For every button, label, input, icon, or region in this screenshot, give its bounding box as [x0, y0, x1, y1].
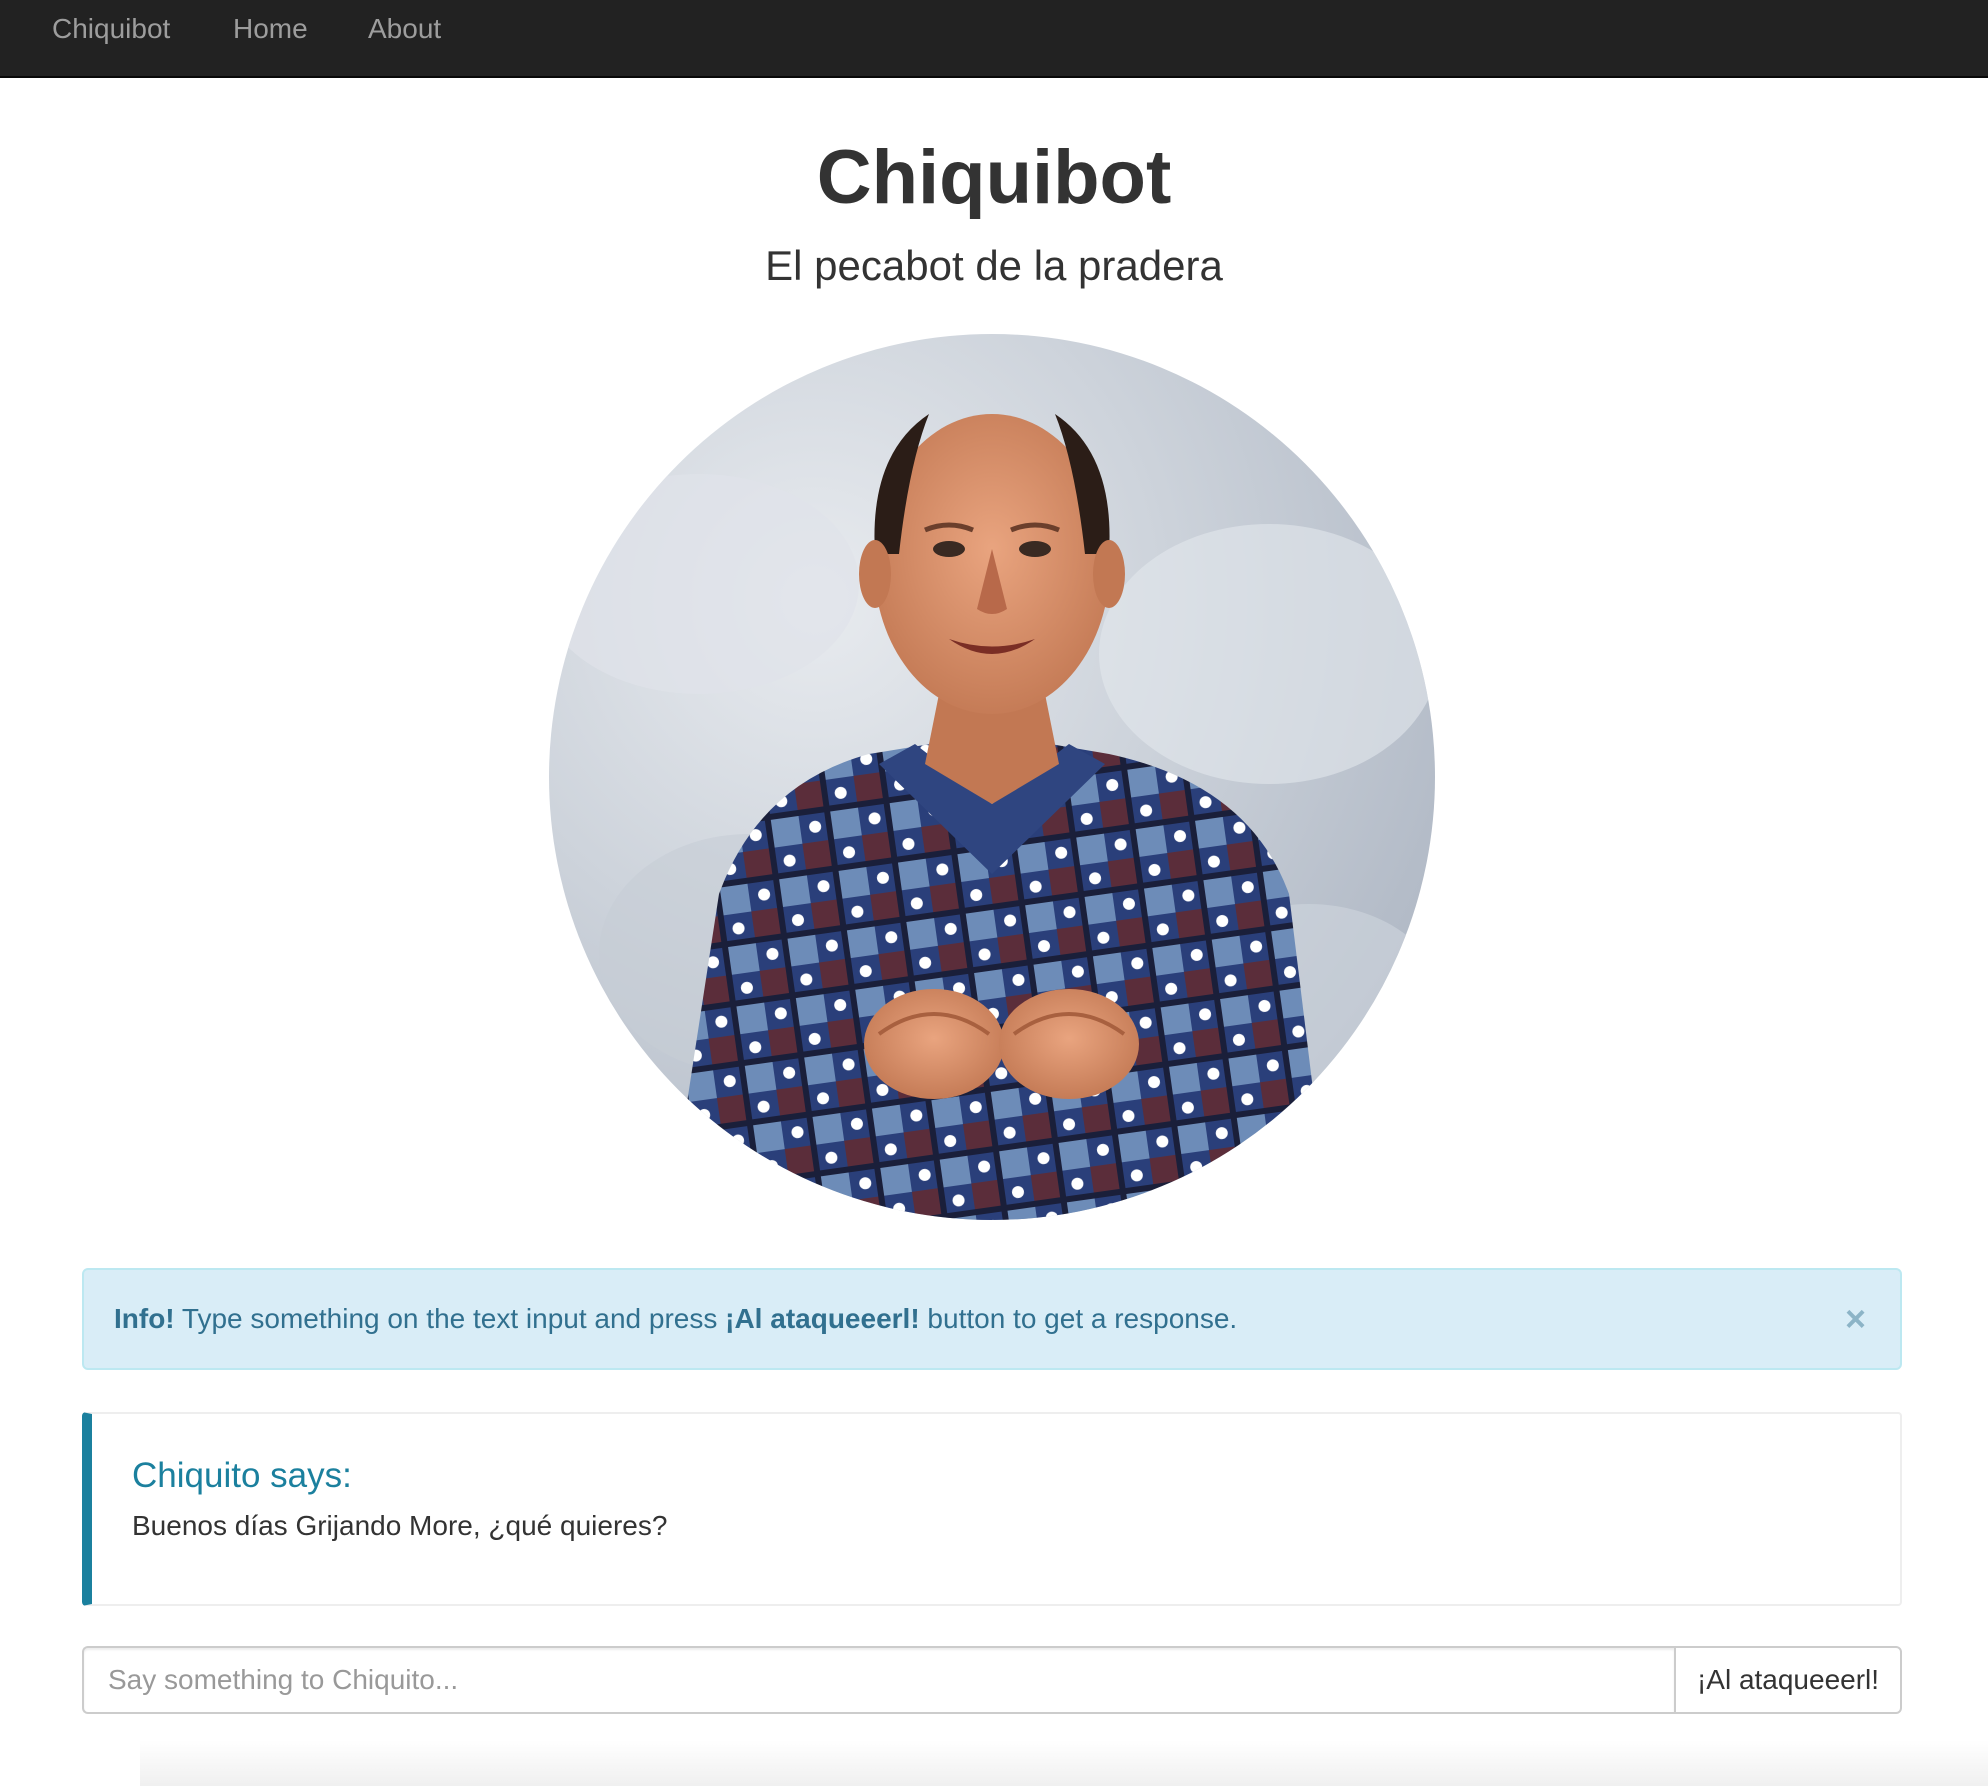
chat-input[interactable] [82, 1646, 1674, 1714]
avatar-portrait-image [549, 414, 1435, 1220]
send-button[interactable]: ¡Al ataqueeerl! [1674, 1646, 1902, 1714]
alert-button-reference: ¡Al ataqueeerl! [725, 1303, 920, 1334]
page-subtitle: El pecabot de la pradera [765, 242, 1223, 289]
nav-item-about[interactable]: About [368, 0, 441, 58]
close-icon[interactable]: × [1845, 1270, 1866, 1368]
alert-text-after: button to get a response. [919, 1303, 1238, 1334]
alert-strong-label: Info! [114, 1303, 175, 1334]
alert-text-before: Type something on the text input and pre… [174, 1303, 726, 1334]
page-title: Chiquibot [816, 135, 1172, 220]
callout-message: Buenos días Grijando More, ¿qué quieres? [132, 1510, 668, 1541]
chiquito-avatar [549, 334, 1435, 1220]
navbar-brand[interactable]: Chiquibot [52, 0, 170, 58]
info-alert: Info! Type something on the text input a… [82, 1268, 1902, 1370]
chat-input-group: ¡Al ataqueeerl! [82, 1646, 1902, 1714]
window-bottom-shadow [140, 1740, 1988, 1786]
top-navbar: Chiquibot Home About [0, 0, 1988, 78]
chiquito-response-callout: Chiquito says: Buenos días Grijando More… [82, 1412, 1902, 1606]
callout-title: Chiquito says: [132, 1456, 352, 1495]
nav-item-home[interactable]: Home [233, 0, 308, 58]
